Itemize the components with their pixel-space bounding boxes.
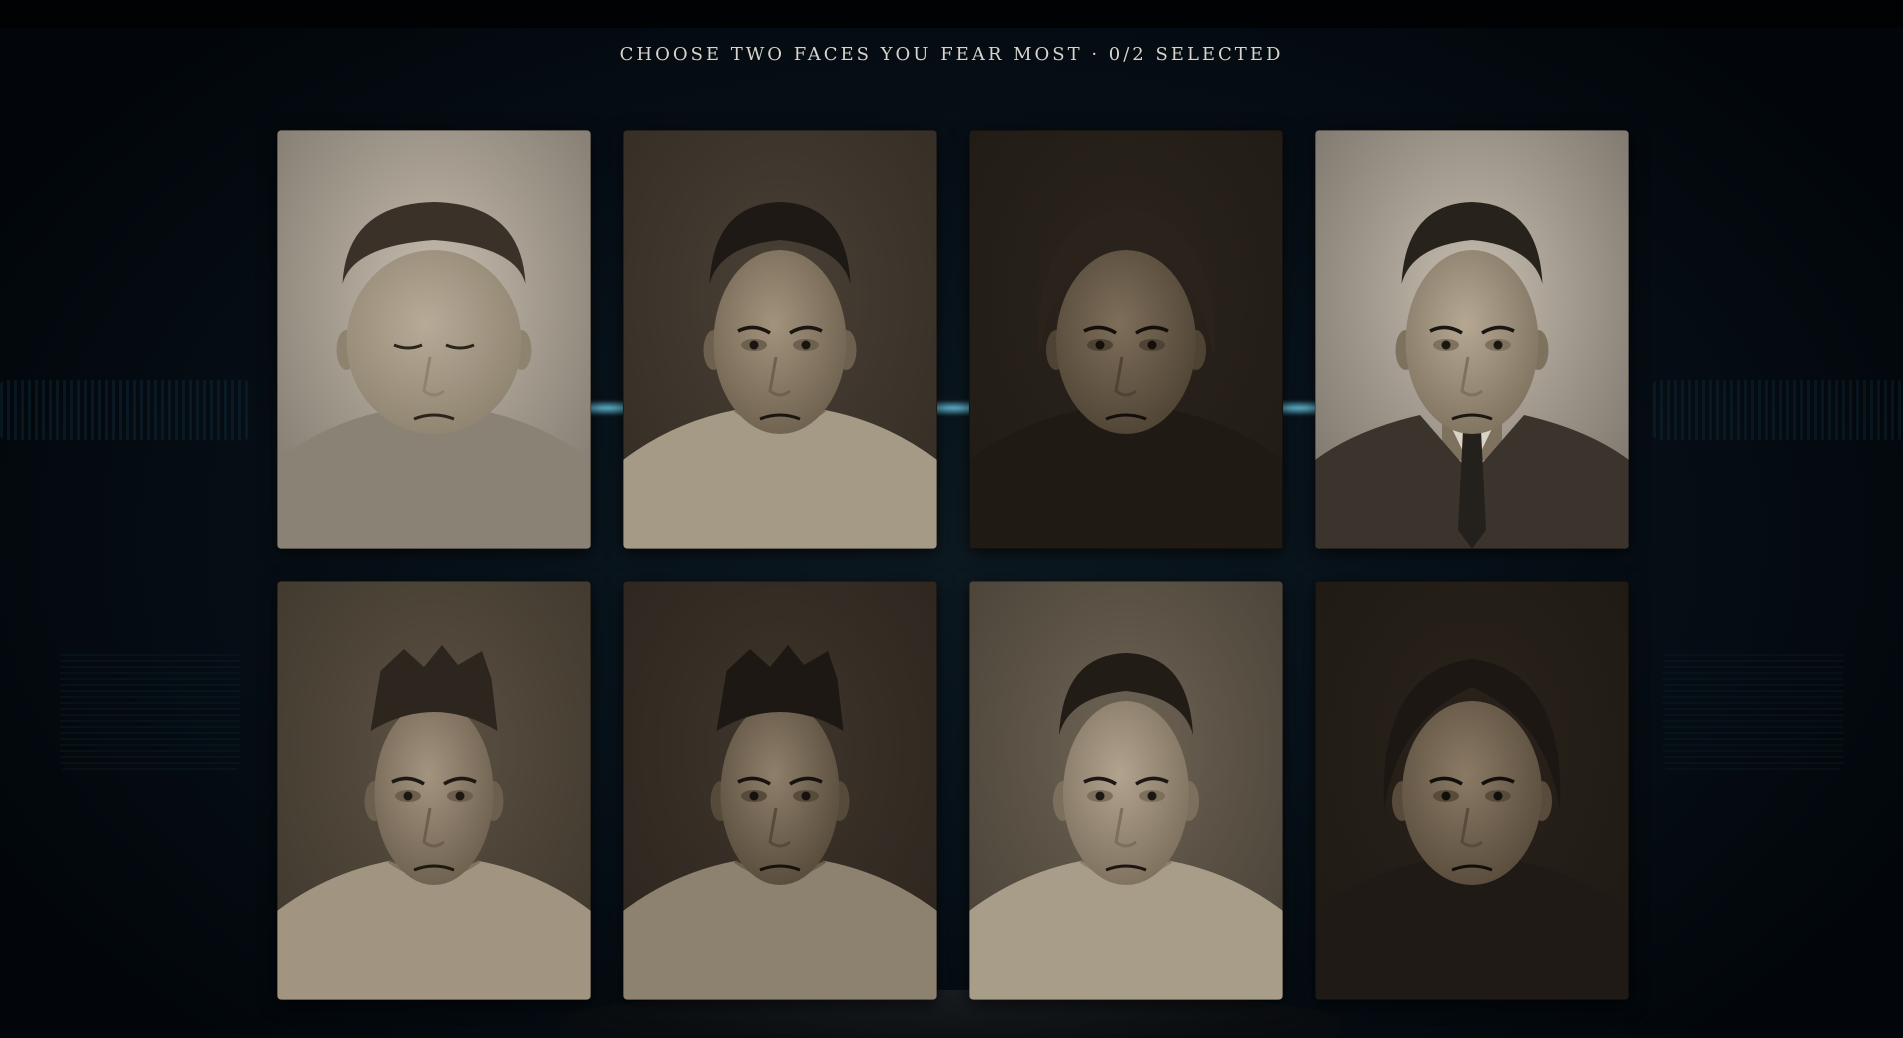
face-card-sad-woman[interactable] [1315, 581, 1629, 1000]
game-scene: CHOOSE TWO FACES YOU FEAR MOST · 0/2 SEL… [0, 0, 1903, 1038]
portrait-photo [277, 581, 591, 1000]
face-card-tired-man[interactable] [623, 581, 937, 1000]
background-monitor-left-lower [60, 650, 240, 770]
face-card-old-woman[interactable] [969, 130, 1283, 549]
selection-prompt: CHOOSE TWO FACES YOU FEAR MOST · 0/2 SEL… [619, 44, 1284, 65]
portrait-photo [623, 130, 937, 549]
face-card-stern-suit-man[interactable] [1315, 130, 1629, 549]
portrait-photo [969, 581, 1283, 1000]
face-card-heavy-man[interactable] [277, 130, 591, 549]
portrait-photo [1315, 581, 1629, 1000]
face-card-grid [277, 130, 1629, 1000]
portrait-photo [623, 581, 937, 1000]
background-monitor-left [0, 380, 250, 440]
top-letterbox-bar [0, 0, 1903, 28]
portrait-photo [969, 130, 1283, 549]
face-card-young-worried-man[interactable] [623, 130, 937, 549]
face-card-pale-man[interactable] [969, 581, 1283, 1000]
face-card-gaunt-man[interactable] [277, 581, 591, 1000]
background-monitor-right [1653, 380, 1903, 440]
background-monitor-right-lower [1663, 650, 1843, 770]
portrait-photo [277, 130, 591, 549]
portrait-photo [1315, 130, 1629, 549]
